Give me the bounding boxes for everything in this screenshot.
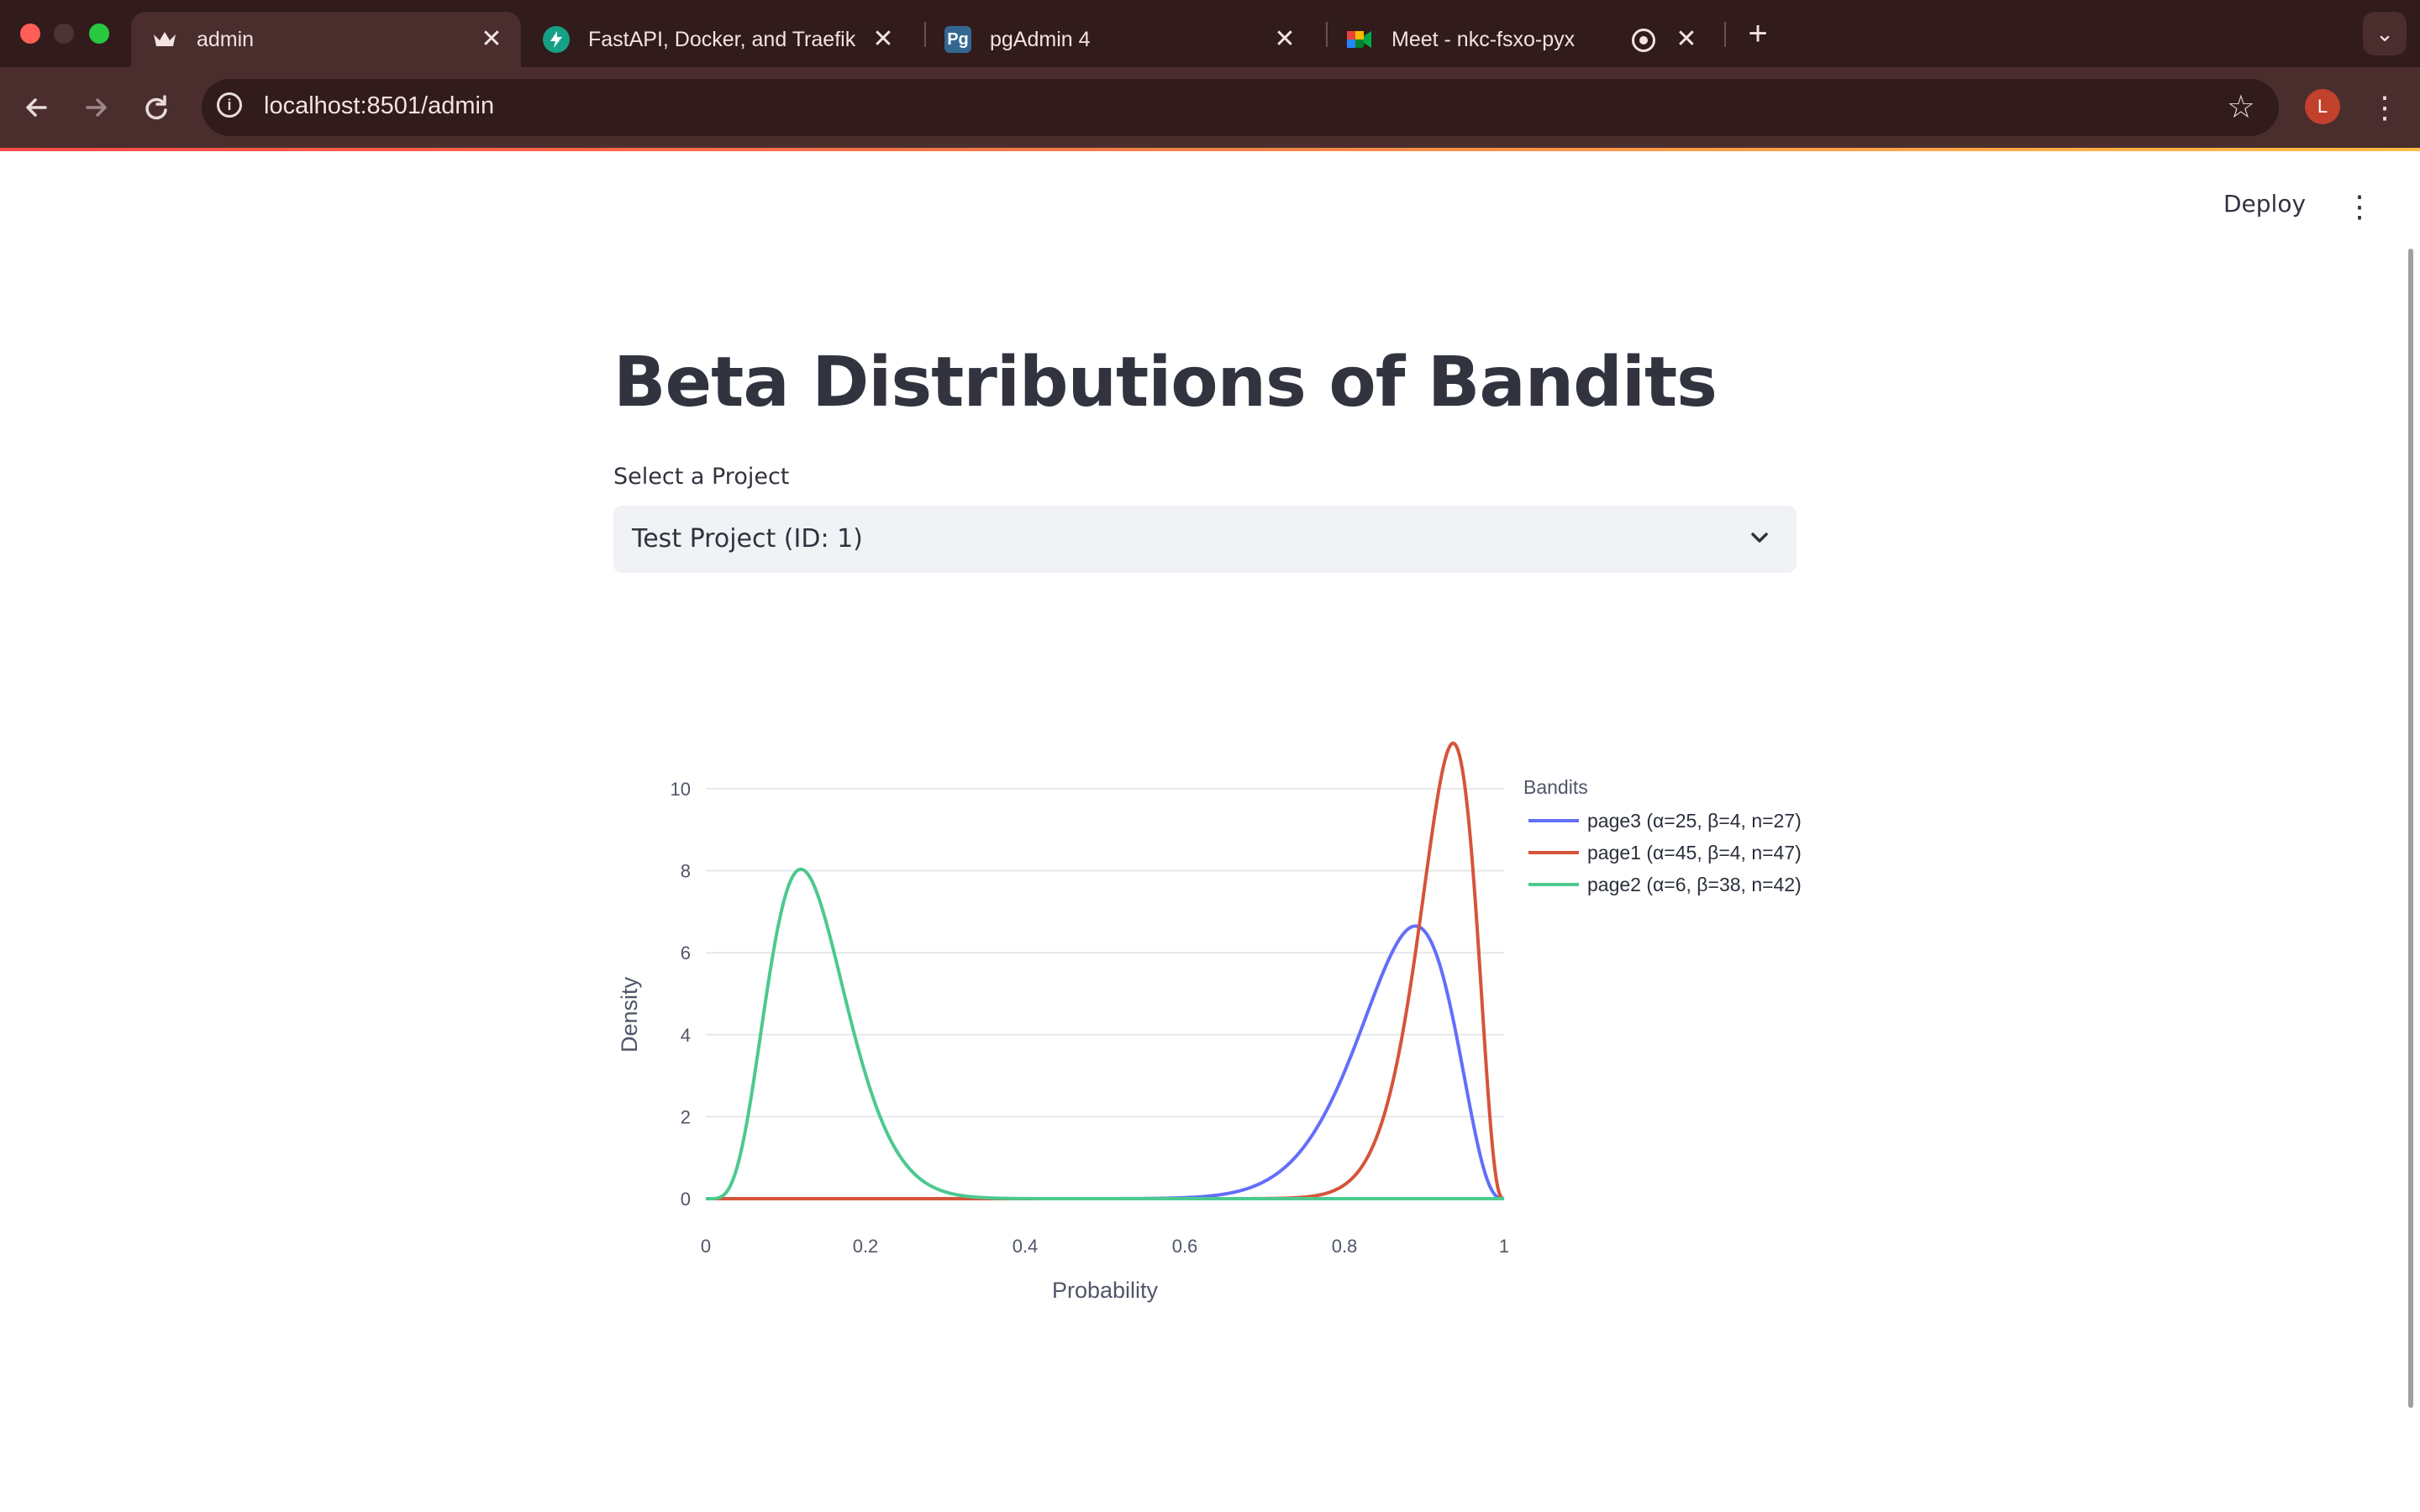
y-tick-label: 10: [671, 779, 691, 800]
y-tick-label: 4: [681, 1025, 691, 1046]
y-tick-label: 6: [681, 942, 691, 963]
y-tick-label: 2: [681, 1106, 691, 1127]
beta-distribution-chart: 02468100 0.2 0.4 0.6 0.8 1ProbabilityDensity …: [617, 741, 1802, 1303]
x-tick-label: 0.6: [1172, 1236, 1198, 1257]
legend-item-label[interactable]: page2 (α=6, β=38, n=42): [1587, 874, 1802, 895]
y-tick-label: 0: [681, 1189, 691, 1210]
x-tick-label: 0.8: [1332, 1236, 1358, 1257]
x-tick-label: 0.4: [1013, 1236, 1039, 1257]
y-axis-title: Density: [617, 976, 642, 1053]
x-tick-label: 0.2: [853, 1236, 879, 1257]
y-tick-label: 8: [681, 861, 691, 882]
legend-item-label[interactable]: page3 (α=25, β=4, n=27): [1587, 810, 1802, 832]
x-tick-label: 1: [1499, 1236, 1509, 1257]
x-axis-title: Probability: [1052, 1278, 1159, 1303]
x-tick-label: 0: [701, 1236, 711, 1257]
series-line[interactable]: [705, 924, 1505, 1200]
legend-item-label[interactable]: page1 (α=45, β=4, n=47): [1587, 842, 1802, 864]
legend-title: Bandits: [1523, 776, 1588, 798]
